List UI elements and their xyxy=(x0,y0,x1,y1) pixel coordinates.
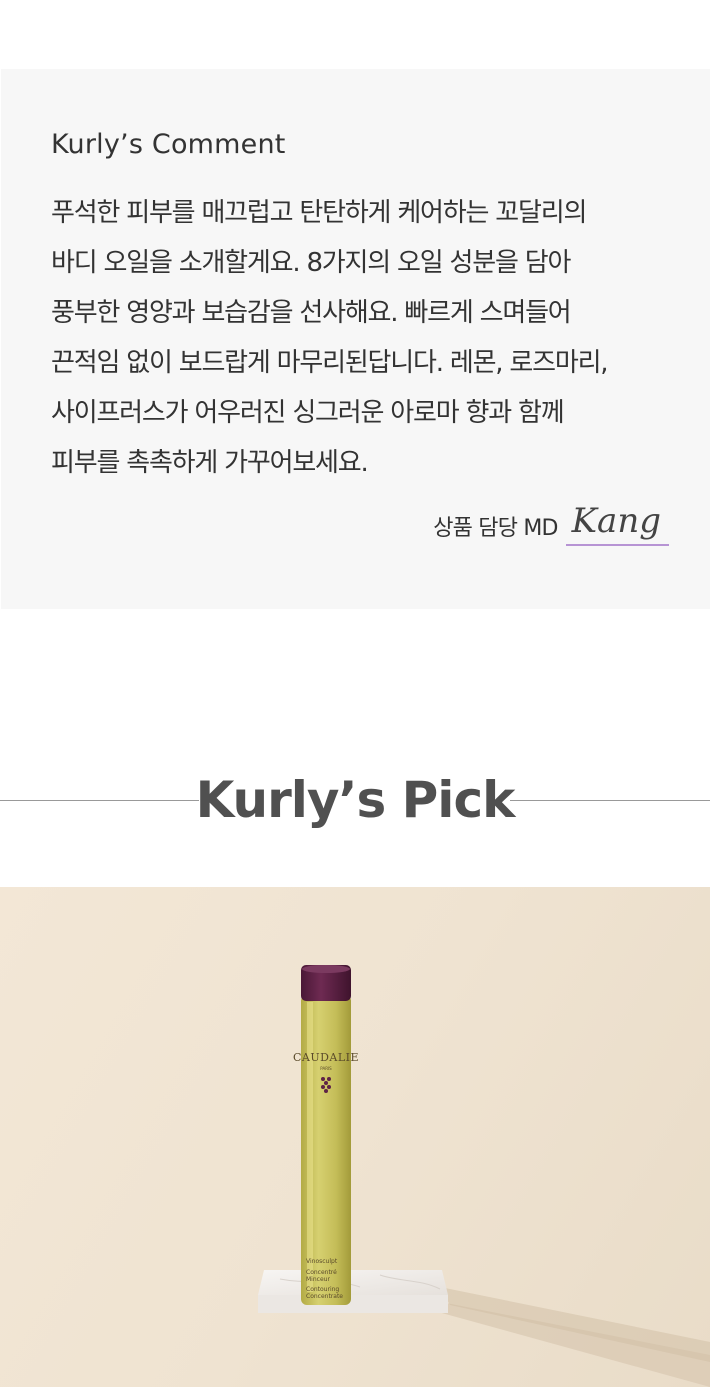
svg-text:Minceur: Minceur xyxy=(306,1276,330,1283)
comment-line: 끈적임 없이 보드랍게 마무리된답니다. 레몬, 로즈마리, xyxy=(51,348,609,378)
stand-shadow xyxy=(440,1287,710,1362)
brand-sub-text: PARIS xyxy=(320,1066,332,1071)
svg-text:Contouring: Contouring xyxy=(306,1286,339,1293)
svg-text:Concentrate: Concentrate xyxy=(306,1293,343,1300)
svg-text:Concentré: Concentré xyxy=(306,1269,337,1276)
cap-top xyxy=(302,965,350,973)
comment-line: 사이프러스가 어우러진 싱그러운 아로마 향과 함께 xyxy=(51,398,565,428)
marble-stand-front xyxy=(258,1295,448,1313)
kurlys-pick-heading: Kurly’s Pick xyxy=(0,763,710,837)
comment-body: 푸석한 피부를 매끄럽고 탄탄하게 케어하는 꼬달리의 바디 오일을 소개할게요… xyxy=(51,188,681,488)
md-signature: 상품 담당 MD Kang xyxy=(433,500,669,546)
comment-line: 피부를 촉촉하게 가꾸어보세요. xyxy=(51,448,369,478)
signature-name: Kang xyxy=(565,500,669,546)
comment-line: 풍부한 영양과 보습감을 선사해요. 빠르게 스며들어 xyxy=(51,298,572,328)
pick-title: Kurly’s Pick xyxy=(195,771,516,829)
product-image: CAUDALIE PARIS Vinosculpt Concentré Minc… xyxy=(0,887,710,1387)
signature-label: 상품 담당 MD xyxy=(433,516,558,541)
bottle-highlight xyxy=(307,1002,313,1292)
svg-text:Vinosculpt: Vinosculpt xyxy=(306,1258,338,1265)
comment-title: Kurly’s Comment xyxy=(51,129,286,160)
comment-line: 푸석한 피부를 매끄럽고 탄탄하게 케어하는 꼬달리의 xyxy=(51,198,587,228)
brand-text: CAUDALIE xyxy=(293,1051,359,1064)
comment-line: 바디 오일을 소개할게요. 8가지의 오일 성분을 담아 xyxy=(51,248,571,278)
product-illustration: CAUDALIE PARIS Vinosculpt Concentré Minc… xyxy=(258,965,710,1387)
